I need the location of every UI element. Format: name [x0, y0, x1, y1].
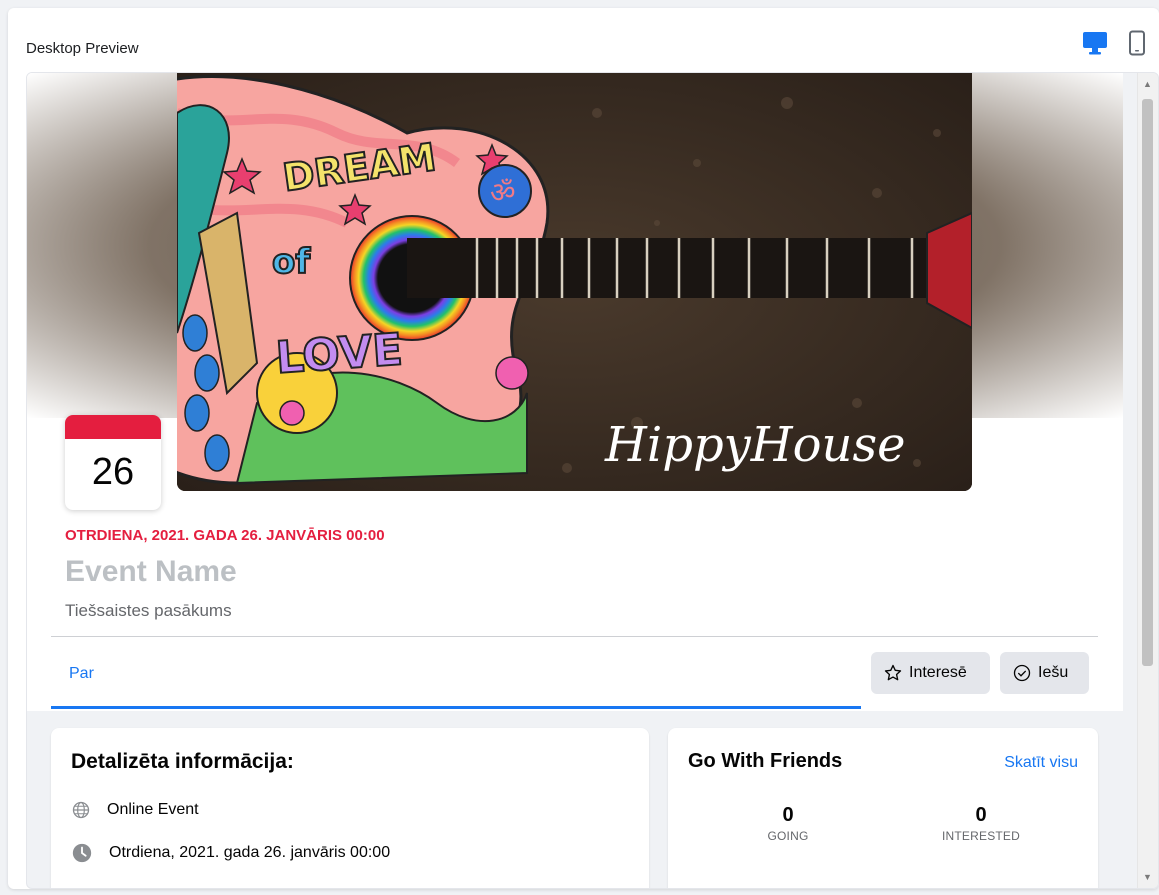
detail-row-online: Online Event [71, 800, 199, 820]
guitar-artwork: ॐ DREAM of LOVE HippyHouse [177, 73, 972, 491]
event-location: Tiešsaistes pasākums [65, 601, 232, 620]
clock-icon [72, 843, 92, 863]
panel-title: Desktop Preview [26, 40, 139, 57]
event-preview-frame: ॐ DREAM of LOVE HippyHouse 26 OTRDIENA, … [26, 72, 1159, 889]
going-stat: 0 GOING [708, 804, 868, 843]
art-text-of: of [272, 242, 311, 282]
cover-title-text: HippyHouse [604, 417, 906, 473]
scrollbar-thumb[interactable] [1142, 99, 1153, 666]
date-badge-header [65, 415, 161, 439]
mobile-preview-toggle[interactable] [1128, 30, 1146, 61]
date-badge-day: 26 [91, 451, 135, 493]
interested-stat: 0 INTERESTED [901, 804, 1061, 843]
going-count: 0 [782, 804, 794, 826]
detail-online-text: Online Event [107, 801, 199, 818]
scroll-down-arrow-icon[interactable]: ▼ [1142, 872, 1153, 882]
globe-icon [72, 801, 90, 819]
svg-text:ॐ: ॐ [490, 176, 516, 209]
active-tab-indicator [51, 706, 861, 709]
art-text-love: LOVE [274, 324, 404, 384]
desktop-preview-toggle[interactable] [1081, 30, 1109, 61]
detail-time-text: Otrdiena, 2021. gada 26. janvāris 00:00 [109, 844, 391, 861]
detail-row-time: Otrdiena, 2021. gada 26. janvāris 00:00 [71, 842, 390, 864]
friends-title: Go With Friends [688, 750, 843, 772]
interested-button[interactable]: Interesē [871, 652, 990, 694]
tab-about[interactable]: Par [69, 665, 94, 683]
going-button[interactable]: Iešu [1000, 652, 1089, 694]
going-label: Iešu [1038, 664, 1069, 681]
friends-card: Go With Friends Skatīt visu 0 GOING 0 IN… [668, 728, 1098, 888]
details-card: Detalizēta informācija: Online Event Otr… [51, 728, 649, 888]
details-title: Detalizēta informācija: [71, 750, 294, 773]
interested-label-text: INTERESTED [941, 829, 1020, 843]
event-header: ॐ DREAM of LOVE HippyHouse 26 OTRDIENA, … [27, 73, 1123, 711]
event-datetime: OTRDIENA, 2021. GADA 26. JANVĀRIS 00:00 [65, 527, 385, 544]
cover-photo: ॐ DREAM of LOVE HippyHouse [177, 73, 972, 491]
going-label-text: GOING [767, 829, 809, 843]
interested-label: Interesē [909, 664, 967, 681]
header-divider [51, 636, 1098, 637]
preview-scrollbar[interactable]: ▲ ▼ [1137, 73, 1158, 888]
preview-panel: Desktop Preview ॐ DREAM of LOVE HippyHou… [8, 8, 1159, 889]
mobile-phone-icon [1129, 30, 1145, 56]
date-badge: 26 [65, 415, 161, 510]
star-icon [884, 664, 902, 681]
see-all-link[interactable]: Skatīt visu [1004, 754, 1078, 772]
scroll-up-arrow-icon[interactable]: ▲ [1142, 79, 1153, 89]
desktop-monitor-icon [1083, 32, 1107, 55]
check-circle-icon [1013, 664, 1031, 682]
interested-count: 0 [975, 804, 987, 826]
event-name: Event Name [65, 555, 237, 588]
